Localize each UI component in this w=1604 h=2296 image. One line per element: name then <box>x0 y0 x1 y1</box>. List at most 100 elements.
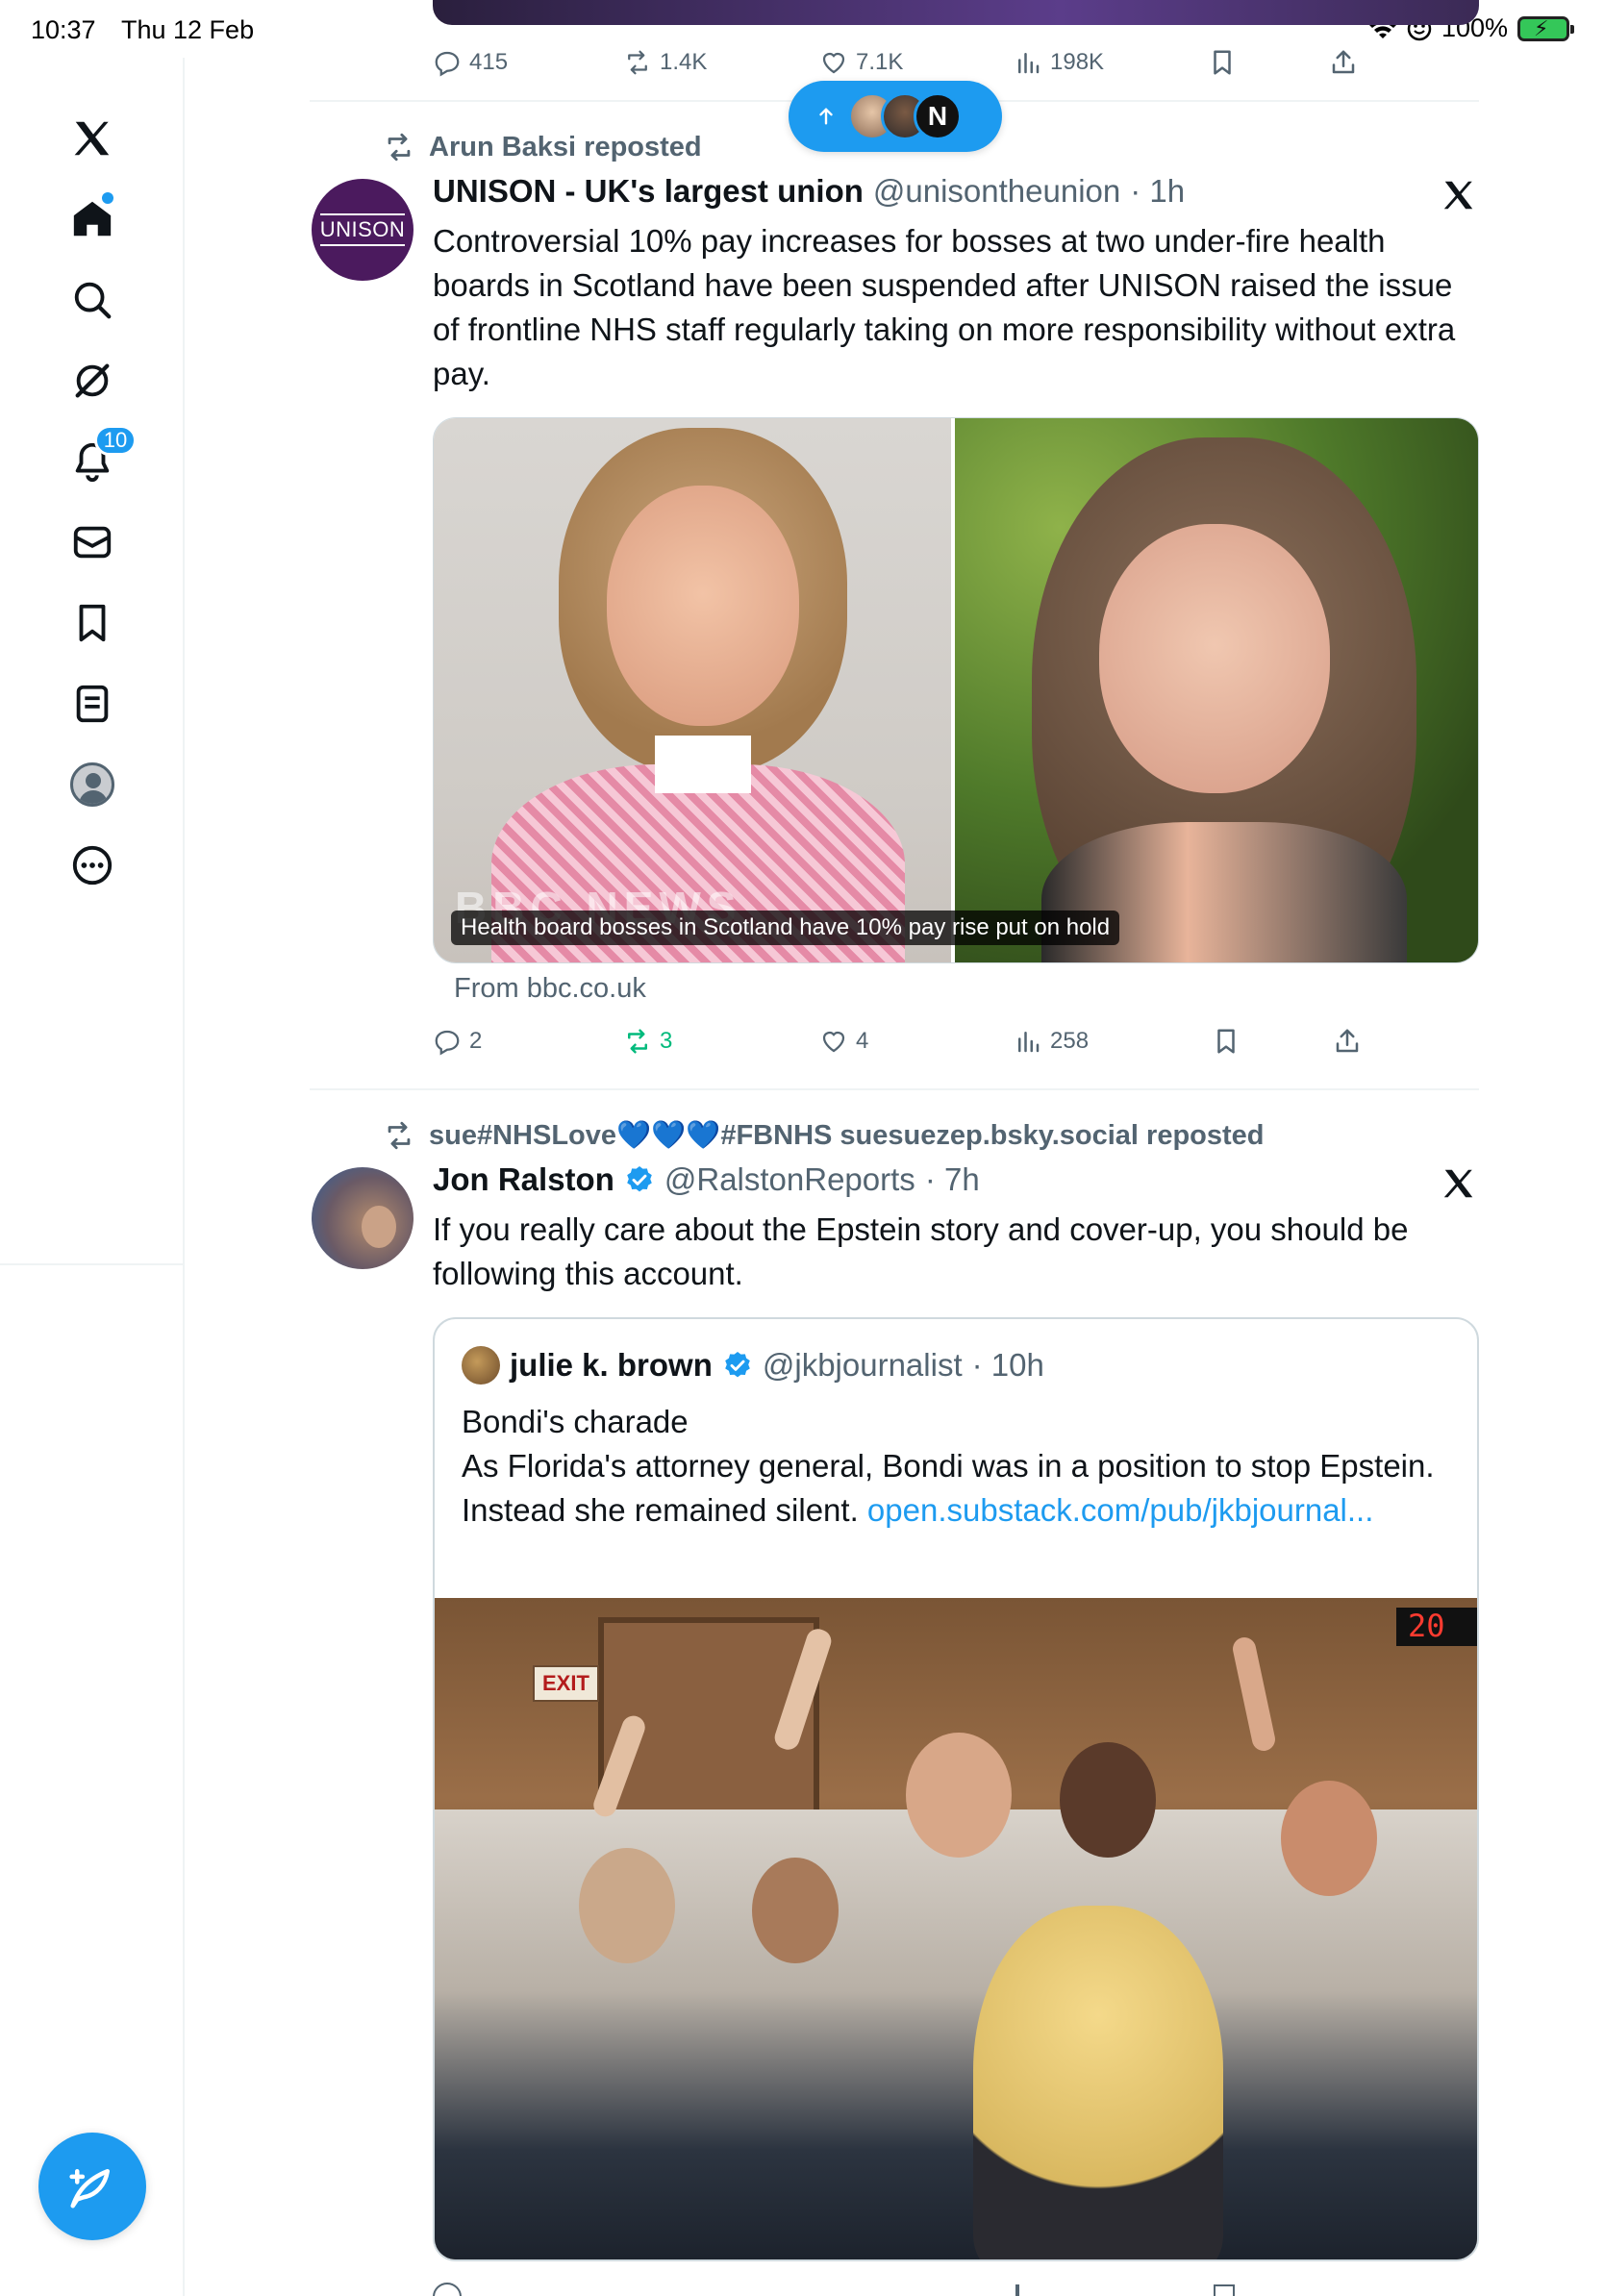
author-handle[interactable]: @unisontheunion <box>873 173 1120 210</box>
bookmark-button[interactable] <box>1208 48 1237 77</box>
media-person <box>1060 1742 1156 1858</box>
sidebar-item-grok[interactable] <box>62 350 123 412</box>
quoted-line-1: Bondi's charade <box>462 1404 689 1439</box>
sidebar-item-home[interactable] <box>62 188 123 250</box>
envelope-icon <box>73 526 112 559</box>
views-button[interactable]: 258 <box>1014 1027 1089 1056</box>
views-icon[interactable] <box>1015 2284 1019 2296</box>
like-button[interactable]: 4 <box>819 1027 868 1056</box>
status-date: Thu 12 Feb <box>121 15 255 44</box>
post-actions: 2 3 4 258 <box>433 1027 1359 1065</box>
new-posts-pill[interactable]: N <box>789 81 1002 152</box>
reply-icon <box>435 1030 460 1056</box>
reposted-by[interactable]: sue#NHSLove💙💙💙#FBNHS suesuezep.bsky.soci… <box>429 1119 1265 1152</box>
reply-button[interactable]: 415 <box>433 48 508 77</box>
repost-button[interactable]: 3 <box>623 1027 672 1056</box>
reply-icon <box>435 51 460 77</box>
exit-sign: EXIT <box>533 1665 599 1702</box>
repost-button[interactable]: 1.4K <box>623 48 707 77</box>
sidebar: 10 <box>0 58 185 2296</box>
share-button[interactable] <box>1333 1027 1362 1056</box>
x-logo-icon[interactable] <box>1441 1165 1477 1202</box>
reposted-by[interactable]: Arun Baksi reposted <box>429 132 702 163</box>
repost-icon <box>388 133 411 162</box>
bookmark-icon <box>1217 1029 1235 1054</box>
media-person <box>906 1733 1012 1858</box>
previous-post-media[interactable] <box>433 0 1479 25</box>
heart-icon <box>822 1031 845 1053</box>
battery-icon: ⚡ <box>1517 15 1574 41</box>
status-time: 10:37 <box>31 15 96 44</box>
grok-icon <box>75 363 110 398</box>
more-icon <box>72 845 113 886</box>
lists-icon <box>76 685 109 723</box>
share-button[interactable] <box>1329 48 1358 77</box>
views-icon <box>1018 53 1040 74</box>
repost-indicator: sue#NHSLove💙💙💙#FBNHS suesuezep.bsky.soci… <box>383 1119 1265 1152</box>
post-header: UNISON - UK's largest union @unisontheun… <box>433 173 1185 210</box>
views-count: 258 <box>1050 1028 1090 1054</box>
arrow-up-icon <box>819 108 833 125</box>
repost-icon <box>628 50 647 75</box>
share-icon <box>1336 1029 1359 1053</box>
post-text: If you really care about the Epstein sto… <box>433 1211 1409 1291</box>
views-button[interactable]: 198K <box>1014 48 1104 77</box>
reply-count: 415 <box>469 49 509 75</box>
post-text: Controversial 10% pay increases for boss… <box>433 223 1456 391</box>
pill-avatar: N <box>914 92 962 140</box>
x-logo-icon[interactable] <box>1441 177 1477 213</box>
sidebar-item-profile[interactable] <box>62 754 123 815</box>
media-person <box>1281 1781 1377 1896</box>
x-logo-icon[interactable] <box>62 108 123 169</box>
views-icon <box>1018 1032 1040 1053</box>
media-photo-right <box>955 418 1478 962</box>
compose-button[interactable] <box>38 2133 146 2240</box>
post-divider <box>310 1088 1479 1090</box>
like-count: 7.1K <box>856 49 904 75</box>
sidebar-item-notifications[interactable]: 10 <box>62 425 137 492</box>
post-time[interactable]: · 7h <box>925 1161 980 1198</box>
author-avatar[interactable]: UNISON <box>312 179 414 281</box>
verified-badge-icon <box>725 1352 750 1378</box>
post-time[interactable]: · 1h <box>1130 173 1185 210</box>
repost-icon <box>388 1121 411 1150</box>
sidebar-divider <box>0 1263 185 1265</box>
author-name[interactable]: Jon Ralston <box>433 1161 614 1198</box>
reply-button[interactable]: 2 <box>433 1027 482 1056</box>
notifications-badge: 10 <box>94 425 137 456</box>
quoted-line-3: Instead she remained silent. open.substa… <box>462 1492 1374 1528</box>
quoted-post[interactable]: julie k. brown @jkbjournalist · 10h Bond… <box>433 1317 1479 2261</box>
quoted-post-text: Bondi's charade As Florida's attorney ge… <box>462 1400 1462 1533</box>
link-source[interactable]: From bbc.co.uk <box>454 973 646 1005</box>
like-button[interactable]: 7.1K <box>819 48 903 77</box>
quoted-line-2: As Florida's attorney general, Bondi was… <box>462 1448 1435 1484</box>
bookmark-icon <box>79 604 106 642</box>
author-name[interactable]: UNISON - UK's largest union <box>433 173 864 210</box>
sidebar-item-more[interactable] <box>62 835 123 896</box>
author-avatar[interactable] <box>312 1167 414 1269</box>
post-media[interactable]: BBC NEWS Health board bosses in Scotland… <box>433 417 1479 963</box>
repost-count: 1.4K <box>660 49 708 75</box>
quoted-link[interactable]: open.substack.com/pub/jkbjournal... <box>867 1492 1373 1528</box>
bookmark-icon[interactable] <box>1214 2284 1235 2296</box>
reply-icon[interactable] <box>433 2283 462 2296</box>
quoted-post-time[interactable]: · 10h <box>972 1347 1044 1384</box>
search-icon <box>74 282 112 319</box>
like-count: 4 <box>856 1028 869 1054</box>
media-person-foreground <box>973 1906 1223 2259</box>
new-activity-dot <box>102 192 113 204</box>
sidebar-item-bookmarks[interactable] <box>62 592 123 654</box>
digital-clock: 20 <box>1396 1608 1477 1646</box>
bookmark-button[interactable] <box>1212 1027 1241 1056</box>
quoted-post-media[interactable]: EXIT 20 <box>435 1598 1477 2259</box>
author-handle[interactable]: @RalstonReports <box>664 1161 915 1198</box>
quoted-author-avatar[interactable] <box>462 1346 500 1385</box>
verified-badge-icon <box>627 1166 652 1192</box>
avatar-logo-text: UNISON <box>319 213 406 246</box>
sidebar-item-search[interactable] <box>62 269 123 331</box>
sidebar-item-messages[interactable] <box>62 512 123 573</box>
quoted-author-handle[interactable]: @jkbjournalist <box>763 1347 963 1384</box>
repost-indicator: Arun Baksi reposted <box>383 131 702 163</box>
sidebar-item-lists[interactable] <box>62 673 123 735</box>
quoted-author-name[interactable]: julie k. brown <box>510 1347 713 1384</box>
